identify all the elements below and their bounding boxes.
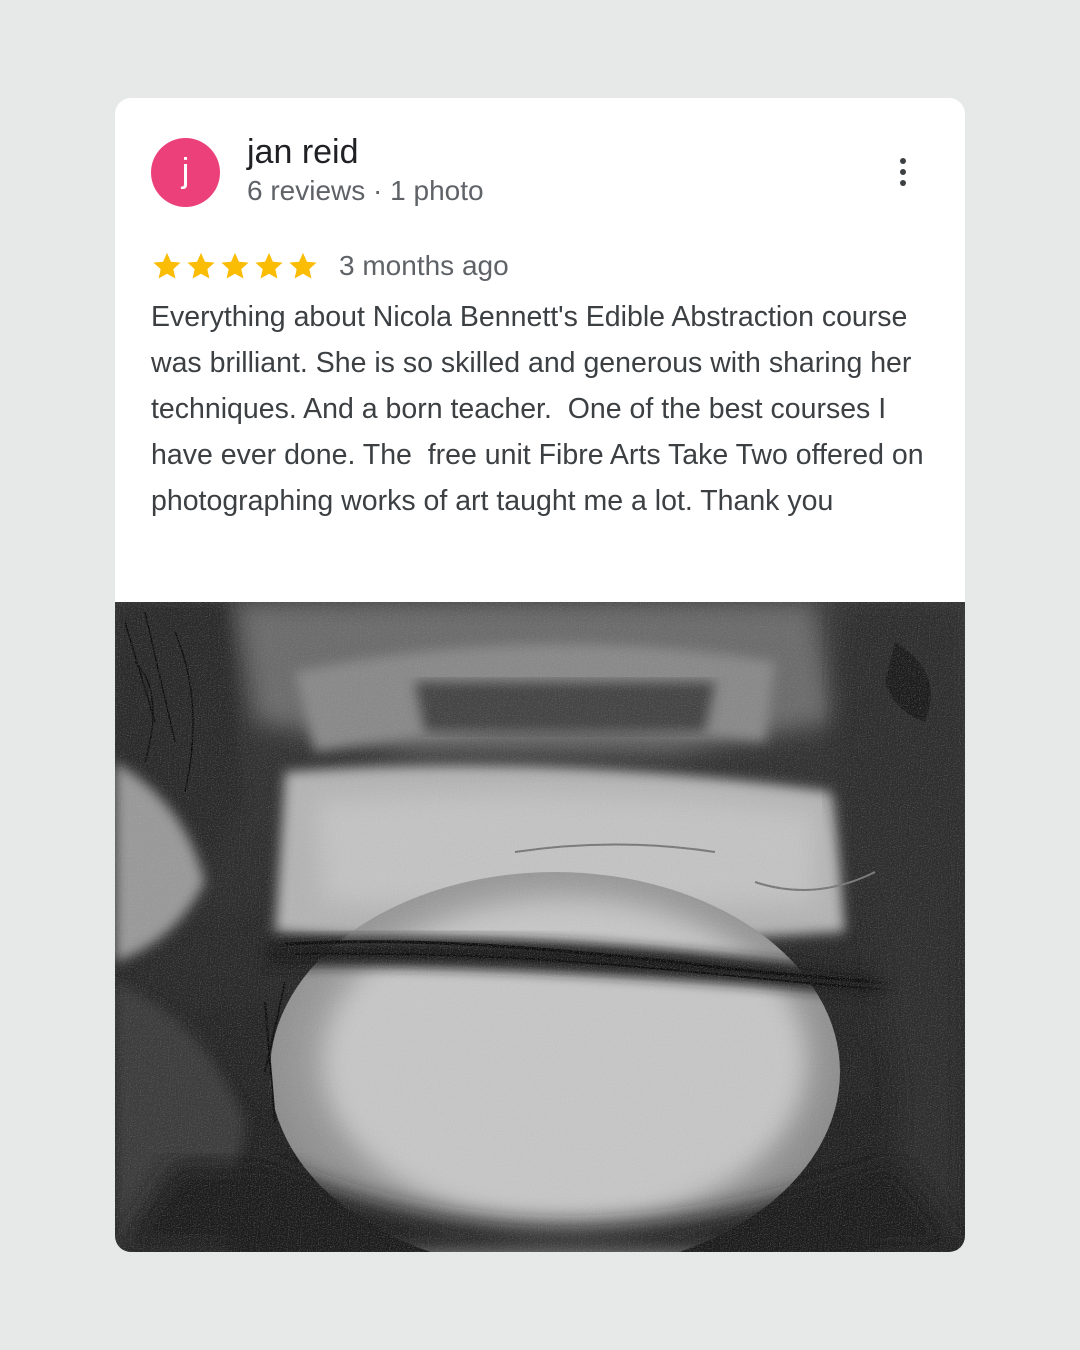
review-photo[interactable] [115, 602, 965, 1252]
more-vert-icon-dot [900, 169, 906, 175]
review-card: j jan reid 6 reviews · 1 photo 3 months … [115, 98, 965, 1252]
star-rating [151, 250, 319, 282]
reviewer-meta: 6 reviews · 1 photo [247, 175, 484, 206]
avatar-letter: j [181, 151, 190, 190]
rating-row: 3 months ago [151, 246, 509, 286]
reviewer-name[interactable]: jan reid [247, 132, 359, 172]
star-icon [289, 252, 317, 279]
star-icon [221, 252, 249, 279]
star-icon [187, 252, 215, 279]
review-text: Everything about Nicola Bennett's Edible… [151, 301, 932, 517]
star-icon [153, 252, 181, 279]
more-options-button[interactable] [885, 150, 921, 194]
review-date: 3 months ago [339, 250, 509, 281]
more-vert-icon-dot [900, 180, 906, 186]
star-icon [255, 252, 283, 279]
more-vert-icon [900, 158, 906, 164]
reviewer-avatar[interactable]: j [151, 138, 220, 207]
